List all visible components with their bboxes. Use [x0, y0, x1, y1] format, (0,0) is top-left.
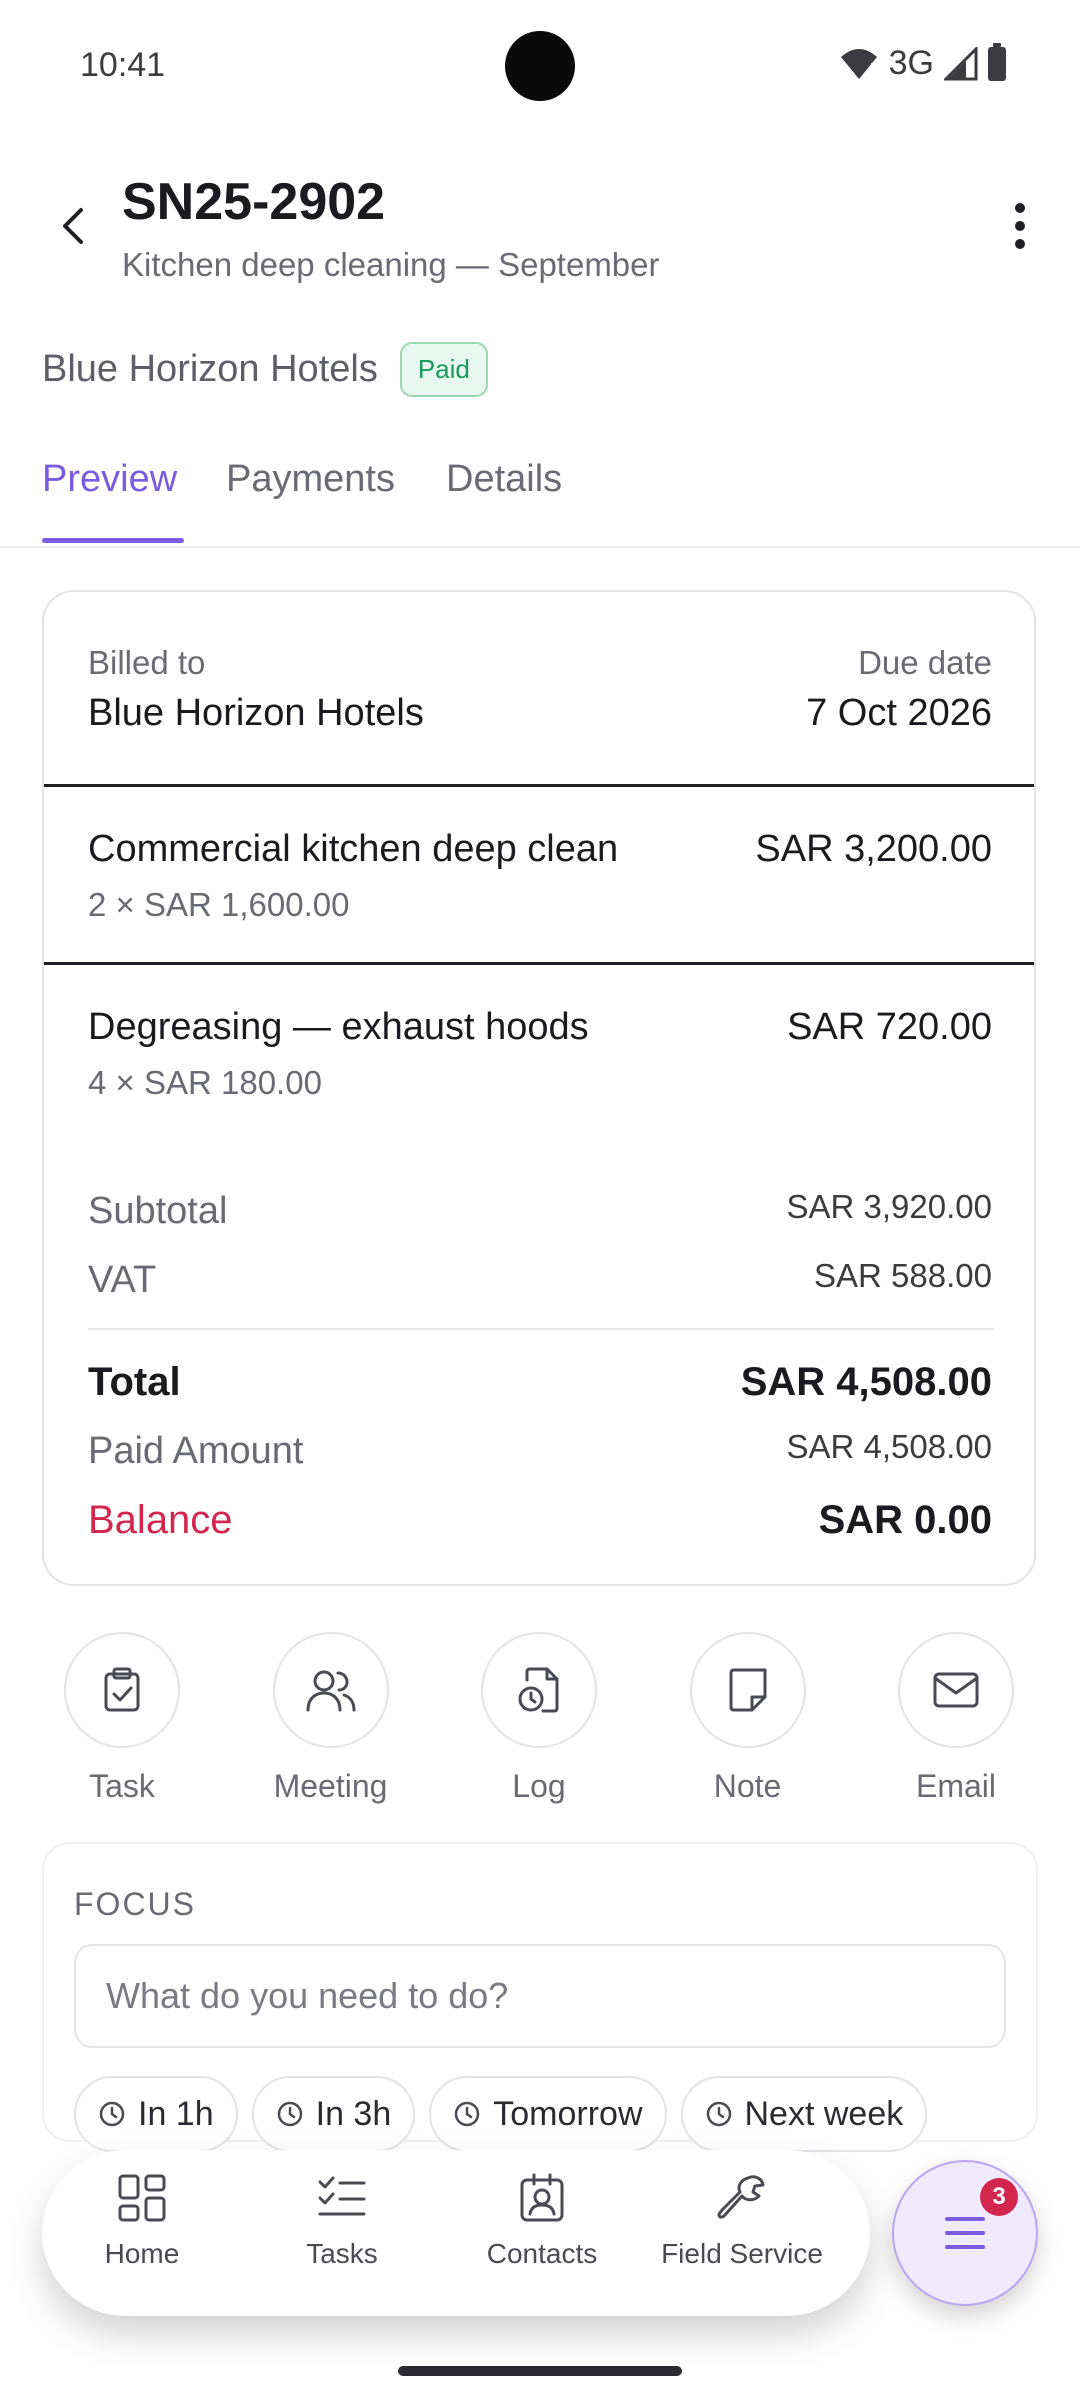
email-action[interactable]: Email	[876, 1632, 1036, 1805]
chip-in-3h[interactable]: In 3h	[251, 2076, 416, 2152]
wrench-icon	[717, 2175, 765, 2219]
meeting-action-label: Meeting	[273, 1768, 388, 1804]
clock-icon	[99, 2101, 125, 2127]
network-type: 3G	[888, 44, 934, 82]
notification-badge: 3	[980, 2178, 1018, 2216]
focus-title: FOCUS	[74, 1886, 196, 1922]
back-button[interactable]	[44, 196, 104, 256]
users-icon	[306, 1670, 355, 1712]
chip-next-week[interactable]: Next week	[680, 2076, 928, 2152]
tab-bar: Preview Payments Details	[0, 450, 1080, 548]
chip-label: In 3h	[315, 2094, 392, 2133]
chip-label: Tomorrow	[493, 2094, 643, 2133]
subtotal-label: Subtotal	[88, 1190, 228, 1232]
menu-icon	[945, 2217, 985, 2249]
chevron-left-icon	[63, 208, 83, 244]
quick-schedule-chips: In 1h In 3h Tomorrow Next week	[74, 2076, 928, 2152]
clock-file-icon	[518, 1667, 559, 1713]
nav-contacts[interactable]: Contacts	[442, 2172, 642, 2270]
clock-icon	[455, 2101, 480, 2127]
mail-icon	[933, 1672, 979, 1708]
divider	[44, 962, 1034, 965]
note-action-label: Note	[713, 1768, 782, 1804]
tab-preview[interactable]: Preview	[42, 458, 177, 501]
more-options-button[interactable]	[990, 196, 1050, 256]
nav-home[interactable]: Home	[42, 2172, 242, 2270]
log-action[interactable]: Log	[459, 1632, 619, 1805]
note-action[interactable]: Note	[668, 1632, 828, 1805]
task-action-label: Task	[89, 1768, 155, 1804]
vat-value: SAR 588.00	[814, 1257, 992, 1294]
active-tab-indicator	[42, 538, 184, 543]
nav-contacts-label: Contacts	[486, 2238, 598, 2269]
nav-tasks-label: Tasks	[306, 2238, 378, 2269]
bottom-navigation: Home Tasks Contacts Field Service	[42, 2150, 870, 2316]
clipboard-check-icon	[104, 1667, 140, 1712]
chip-label: In 1h	[138, 2094, 214, 2133]
email-action-label: Email	[915, 1768, 996, 1804]
billed-to-label: Billed to	[88, 644, 206, 681]
focus-card: FOCUS In 1h In 3h Tomorrow Next week	[42, 1842, 1038, 2152]
line-item-quantity: 4 × SAR 180.00	[88, 1064, 322, 1101]
line-item-quantity: 2 × SAR 1,600.00	[88, 886, 350, 923]
divider	[88, 1328, 994, 1330]
nav-home-label: Home	[104, 2238, 180, 2269]
paid-amount-label: Paid Amount	[88, 1430, 304, 1472]
focus-task-input[interactable]	[74, 1944, 1006, 2048]
client-row: Blue Horizon Hotels Paid	[42, 342, 488, 397]
balance-label: Balance	[88, 1498, 233, 1542]
nav-field-service[interactable]: Field Service	[642, 2172, 842, 2270]
chip-in-1h[interactable]: In 1h	[74, 2076, 238, 2152]
page-subtitle: Kitchen deep cleaning — September	[122, 246, 660, 283]
status-badge: Paid	[399, 342, 488, 397]
status-time: 10:41	[80, 46, 166, 84]
wifi-icon	[840, 48, 877, 81]
line-item-amount: SAR 720.00	[787, 1006, 992, 1048]
page-title: SN25-2902	[122, 173, 386, 231]
line-item-title: Commercial kitchen deep clean	[88, 828, 619, 870]
nav-field-service-label: Field Service	[661, 2238, 823, 2269]
status-icons: 3G	[839, 42, 1006, 83]
clock-icon	[706, 2101, 731, 2127]
camera-cutout	[505, 31, 575, 101]
signal-icon	[944, 46, 978, 80]
meeting-action[interactable]: Meeting	[251, 1632, 411, 1805]
client-name[interactable]: Blue Horizon Hotels	[42, 348, 378, 391]
log-action-button[interactable]	[481, 1632, 597, 1748]
divider	[44, 784, 1034, 787]
note-icon	[729, 1668, 766, 1712]
grid-icon	[118, 2174, 166, 2222]
total-value: SAR 4,508.00	[740, 1360, 992, 1404]
due-date-value: 7 Oct 2026	[806, 692, 992, 734]
note-action-button[interactable]	[689, 1632, 806, 1748]
line-item-title: Degreasing — exhaust hoods	[88, 1006, 589, 1048]
contact-card-icon	[520, 2173, 564, 2222]
due-date-label: Due date	[858, 644, 992, 681]
paid-amount-value: SAR 4,508.00	[786, 1428, 992, 1465]
checklist-icon	[318, 2176, 366, 2216]
home-indicator[interactable]	[398, 2366, 682, 2376]
chip-label: Next week	[744, 2094, 904, 2133]
task-action[interactable]: Task	[42, 1632, 202, 1805]
menu-fab-button[interactable]	[892, 2160, 1038, 2306]
total-label: Total	[88, 1360, 181, 1404]
subtotal-value: SAR 3,920.00	[786, 1188, 992, 1225]
nav-tasks[interactable]: Tasks	[242, 2172, 442, 2270]
quick-actions: Task Meeting Log Note Email	[42, 1632, 1036, 1805]
clock-icon	[277, 2101, 302, 2127]
invoice-preview-card: Billed to Blue Horizon Hotels Due date 7…	[42, 590, 1036, 1586]
balance-value: SAR 0.00	[818, 1498, 992, 1542]
battery-icon	[988, 42, 1006, 81]
task-action-button[interactable]	[64, 1632, 180, 1748]
meeting-action-button[interactable]	[272, 1632, 389, 1748]
more-vertical-icon	[1015, 203, 1025, 249]
tab-payments[interactable]: Payments	[226, 458, 395, 501]
chip-tomorrow[interactable]: Tomorrow	[429, 2076, 667, 2152]
log-action-label: Log	[512, 1768, 566, 1804]
email-action-button[interactable]	[898, 1632, 1014, 1748]
vat-label: VAT	[88, 1259, 157, 1301]
line-item-amount: SAR 3,200.00	[755, 828, 992, 870]
billed-to-value: Blue Horizon Hotels	[88, 692, 424, 734]
tab-details[interactable]: Details	[446, 458, 562, 501]
